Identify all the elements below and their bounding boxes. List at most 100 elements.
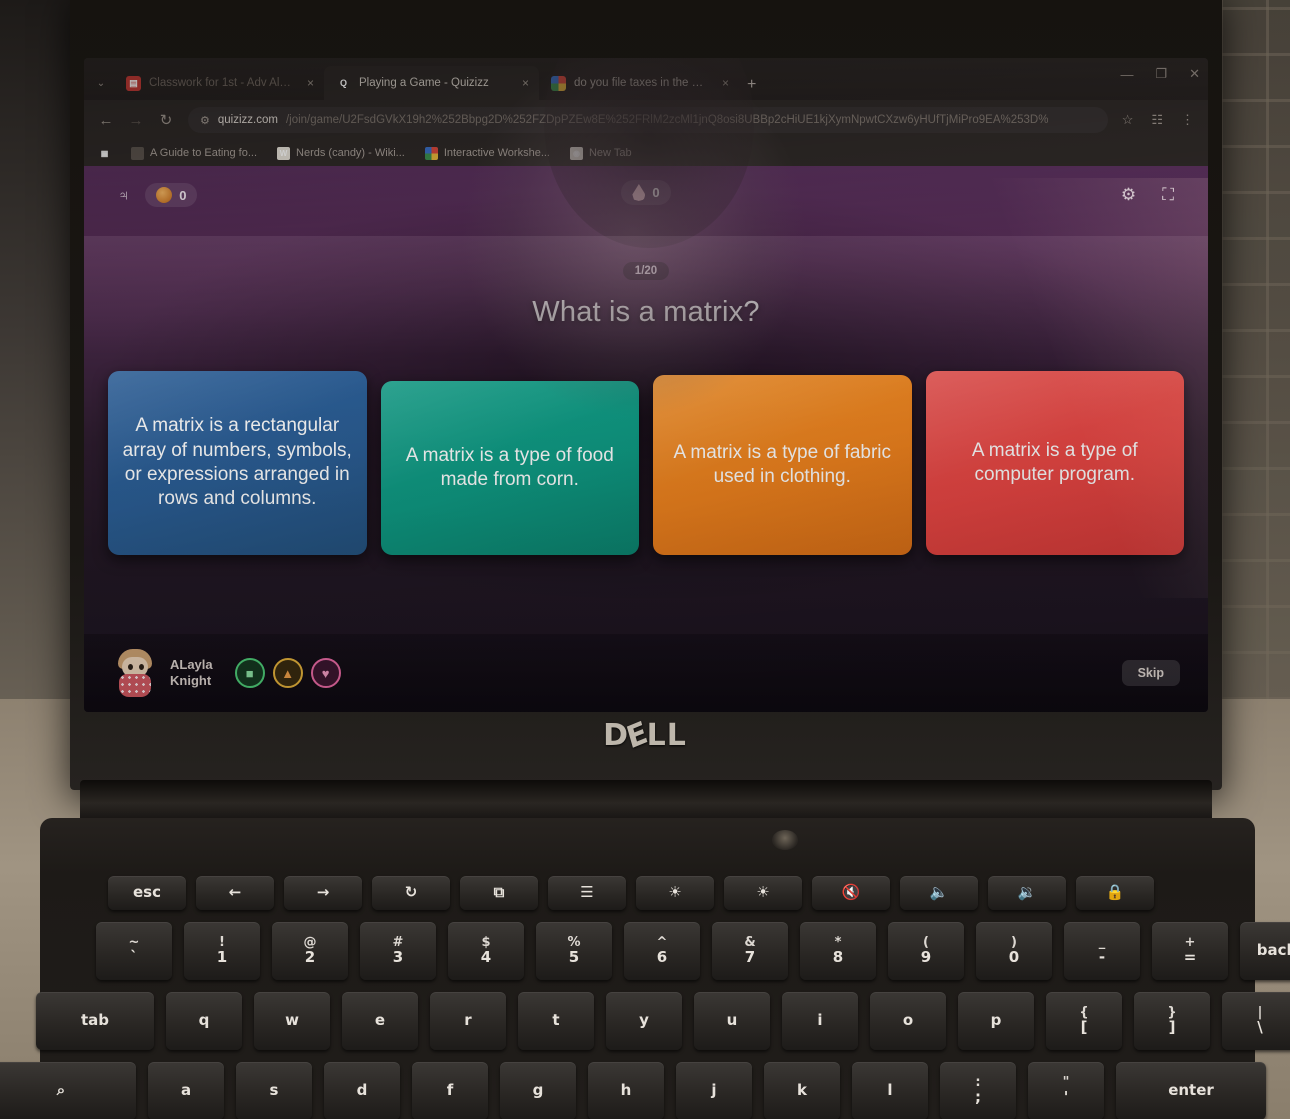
key-u[interactable]: u	[694, 992, 770, 1050]
key-reload[interactable]: ↻	[372, 876, 450, 910]
key-4[interactable]: $4	[448, 922, 524, 980]
key-9-shifted-label: (	[923, 935, 929, 951]
key-quote-shifted-label: "	[1062, 1075, 1070, 1091]
key-backtick-label: `	[130, 947, 138, 966]
key-7[interactable]: & 7	[712, 922, 788, 980]
key-volume-down[interactable]: 🔈	[900, 876, 978, 910]
key-search-label: ⌕	[56, 1081, 66, 1100]
key-j[interactable]: j	[676, 1062, 752, 1119]
key-f[interactable]: f	[412, 1062, 488, 1119]
key-8-label: 8	[832, 947, 844, 966]
key-y-label: y	[639, 1011, 649, 1030]
key-volume-down-label: 🔈	[929, 883, 949, 902]
key-s-label: s	[269, 1081, 279, 1100]
key-4-label: 4	[480, 947, 492, 966]
key-0[interactable]: ) 0	[976, 922, 1052, 980]
key-backtick[interactable]: ~ `	[96, 922, 172, 980]
key-equals-shifted-label: +	[1184, 935, 1196, 951]
key-search[interactable]: ⌕	[0, 1062, 136, 1119]
key-overview[interactable]: ☰	[548, 876, 626, 910]
key-3-shifted-label: #	[392, 935, 404, 951]
key-backspace-label: backspace	[1256, 941, 1290, 960]
key-s[interactable]: s	[236, 1062, 312, 1119]
key-d[interactable]: d	[324, 1062, 400, 1119]
key-u-label: u	[726, 1011, 738, 1030]
key-6-shifted-label: ^	[656, 935, 668, 951]
key-brightness-up[interactable]: ☀	[724, 876, 802, 910]
key-lock[interactable]: 🔒	[1076, 876, 1154, 910]
key-volume-up[interactable]: 🔉	[988, 876, 1066, 910]
key-brightness-down-label: ☀	[668, 883, 682, 902]
key-lock-label: 🔒	[1105, 883, 1125, 902]
key-equals-label: =	[1183, 947, 1197, 966]
key-5-label: 5	[568, 947, 580, 966]
key-minus-shifted-label: _	[1098, 935, 1106, 951]
key-bracket-right[interactable]: }]	[1134, 992, 1210, 1050]
key-backspace[interactable]: backspace	[1240, 922, 1290, 980]
key-o[interactable]: o	[870, 992, 946, 1050]
key-fullscreen[interactable]: ⧉	[460, 876, 538, 910]
photo-of-laptop-screen: DELL ⌄ ▤ Classwork for 1st - Adv Algeb ×…	[0, 0, 1290, 1119]
key-minus[interactable]: _ -	[1064, 922, 1140, 980]
key-a-label: a	[180, 1081, 192, 1100]
key-6[interactable]: ^ 6	[624, 922, 700, 980]
key-r[interactable]: r	[430, 992, 506, 1050]
key-backslash[interactable]: | \	[1222, 992, 1290, 1050]
key-esc[interactable]: esc	[108, 876, 186, 910]
key-5[interactable]: % 5	[536, 922, 612, 980]
key-w[interactable]: w	[254, 992, 330, 1050]
key-back[interactable]: ←	[196, 876, 274, 910]
key-6-label: 6	[656, 947, 668, 966]
key-bracket-left-label: [	[1080, 1017, 1088, 1036]
key-tab[interactable]: tab	[36, 992, 154, 1050]
key-1[interactable]: ! 1	[184, 922, 260, 980]
key-8[interactable]: * 8	[800, 922, 876, 980]
key-esc-label: esc	[133, 883, 161, 902]
key-j-label: j	[711, 1081, 717, 1100]
key-8-shifted-label: *	[834, 935, 842, 951]
key-9[interactable]: (9	[888, 922, 964, 980]
key-y[interactable]: y	[606, 992, 682, 1050]
key-bracket-right-shifted-label: }	[1167, 1005, 1177, 1021]
key-h[interactable]: h	[588, 1062, 664, 1119]
key-bracket-right-label: ]	[1168, 1017, 1176, 1036]
key-enter[interactable]: enter	[1116, 1062, 1266, 1119]
key-backslash-label: \	[1257, 1017, 1263, 1036]
key-forward[interactable]: →	[284, 876, 362, 910]
key-2-shifted-label: @	[303, 935, 317, 951]
key-p[interactable]: p	[958, 992, 1034, 1050]
key-brightness-down[interactable]: ☀	[636, 876, 714, 910]
key-l-label: l	[887, 1081, 893, 1100]
key-mute-label: 🔇	[841, 883, 861, 902]
key-reload-label: ↻	[404, 883, 418, 902]
key-q[interactable]: q	[166, 992, 242, 1050]
key-d-label: d	[356, 1081, 368, 1100]
key-i[interactable]: i	[782, 992, 858, 1050]
key-t-label: t	[552, 1011, 560, 1030]
key-k[interactable]: k	[764, 1062, 840, 1119]
key-semicolon[interactable]: :;	[940, 1062, 1016, 1119]
key-i-label: i	[817, 1011, 823, 1030]
key-3[interactable]: #3	[360, 922, 436, 980]
key-forward-label: →	[316, 883, 330, 902]
key-quote-label: '	[1063, 1087, 1069, 1106]
key-brightness-up-label: ☀	[756, 883, 770, 902]
key-g-label: g	[532, 1081, 544, 1100]
key-7-shifted-label: &	[744, 935, 756, 951]
key-e[interactable]: e	[342, 992, 418, 1050]
key-a[interactable]: a	[148, 1062, 224, 1119]
key-overview-label: ☰	[580, 883, 594, 902]
key-2[interactable]: @2	[272, 922, 348, 980]
key-back-label: ←	[228, 883, 242, 902]
key-bracket-left[interactable]: {[	[1046, 992, 1122, 1050]
key-equals[interactable]: + =	[1152, 922, 1228, 980]
key-backtick-shifted-label: ~	[128, 935, 140, 951]
key-l[interactable]: l	[852, 1062, 928, 1119]
key-quote[interactable]: " '	[1028, 1062, 1104, 1119]
laptop-keyboard: esc ← → ↻ ⧉ ☰ ☀ ☀ 🔇 🔈 🔉 🔒 ~ `! 1 @2 #3 $4% 5 ^ 6 & 7 * 8(9) 0 _ - + =…	[0, 0, 1290, 1119]
key-t[interactable]: t	[518, 992, 594, 1050]
key-q-label: q	[198, 1011, 210, 1030]
key-g[interactable]: g	[500, 1062, 576, 1119]
key-0-shifted-label: )	[1011, 935, 1017, 951]
key-mute[interactable]: 🔇	[812, 876, 890, 910]
